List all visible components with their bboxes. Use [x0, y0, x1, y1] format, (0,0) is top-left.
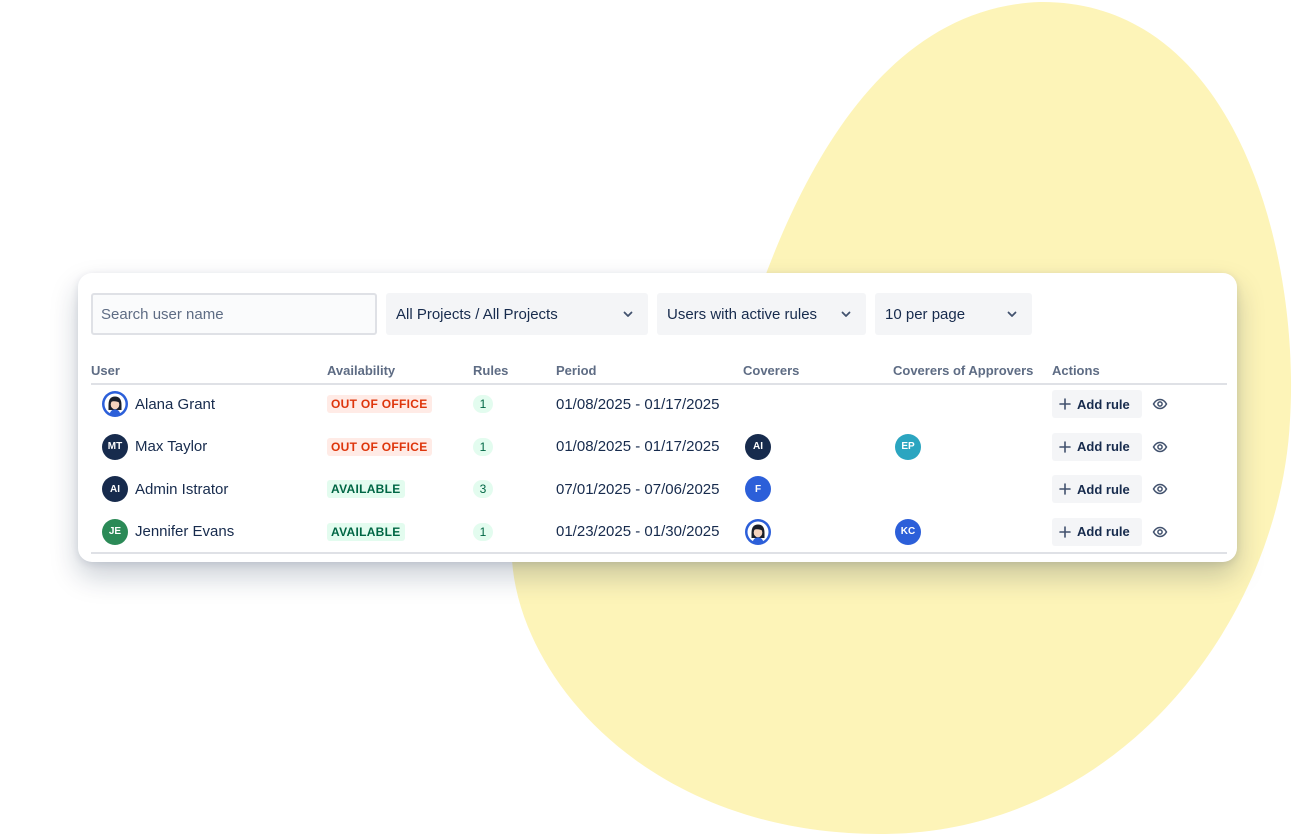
availability-lozenge: OUT OF OFFICE: [327, 395, 432, 414]
period-cell: 01/08/2025 - 01/17/2025: [556, 426, 719, 469]
approver-coverers-cell: KC: [895, 511, 921, 554]
rules-cell: 1: [473, 426, 493, 469]
filter-bar: All Projects / All Projects Users with a…: [91, 293, 1032, 335]
rules-filter-select[interactable]: Users with active rules: [657, 293, 866, 335]
rules-cell: 1: [473, 511, 493, 554]
coverers-cell: F: [745, 468, 771, 511]
availability-lozenge: AVAILABLE: [327, 480, 405, 499]
actions-cell: Add rule: [1052, 468, 1170, 511]
rules-cell: 3: [473, 468, 493, 511]
project-select[interactable]: All Projects / All Projects: [386, 293, 648, 335]
approver-coverer-avatar[interactable]: KC: [895, 518, 921, 545]
column-header-availability[interactable]: Availability: [327, 363, 395, 378]
add-rule-button[interactable]: Add rule: [1052, 475, 1142, 504]
user-cell: JE Jennifer Evans: [102, 511, 234, 554]
user-name[interactable]: Jennifer Evans: [135, 523, 234, 540]
table-row: AI Admin Istrator AVAILABLE 3 07/01/2025 - 0…: [91, 468, 1227, 511]
woman-avatar-photo-icon: [745, 518, 771, 545]
rules-count-badge: 1: [473, 522, 493, 541]
chevron-down-icon: [1006, 308, 1018, 320]
approver-coverer-avatar[interactable]: EP: [895, 433, 921, 460]
column-header-user[interactable]: User: [91, 363, 120, 378]
period-cell: 07/01/2025 - 07/06/2025: [556, 468, 719, 511]
add-rule-button[interactable]: Add rule: [1052, 432, 1142, 461]
search-user-input[interactable]: [91, 293, 377, 335]
table-row: Alana Grant OUT OF OFFICE 1 01/08/2025 - 01…: [91, 383, 1227, 426]
user-avatar[interactable]: MT: [102, 433, 128, 460]
coverer-avatar[interactable]: AI: [745, 433, 771, 460]
coverage-table-card: All Projects / All Projects Users with a…: [78, 273, 1237, 562]
column-header-coverers-of-approvers[interactable]: Coverers of Approvers: [893, 363, 1033, 378]
add-rule-button[interactable]: Add rule: [1052, 517, 1142, 546]
actions-cell: Add rule: [1052, 426, 1170, 469]
period-text: 07/01/2025 - 07/06/2025: [556, 480, 720, 498]
coverers-cell: [745, 511, 771, 554]
user-name[interactable]: Max Taylor: [135, 438, 207, 455]
coverer-avatar[interactable]: [745, 518, 771, 545]
user-cell: Alana Grant: [102, 383, 215, 426]
period-cell: 01/08/2025 - 01/17/2025: [556, 383, 719, 426]
column-header-coverers[interactable]: Coverers: [743, 363, 799, 378]
table-body: Alana Grant OUT OF OFFICE 1 01/08/2025 - 01…: [91, 383, 1227, 553]
coverers-cell: AI: [745, 426, 771, 469]
actions-cell: Add rule: [1052, 511, 1170, 554]
period-cell: 01/23/2025 - 01/30/2025: [556, 511, 719, 554]
user-cell: AI Admin Istrator: [102, 468, 228, 511]
rules-count-badge: 1: [473, 395, 493, 414]
plus-icon: [1058, 440, 1072, 454]
add-rule-label: Add rule: [1077, 481, 1130, 497]
eye-icon[interactable]: [1152, 480, 1170, 498]
approver-coverers-cell: EP: [895, 426, 921, 469]
page-size-value: 10 per page: [885, 305, 966, 323]
rules-count-badge: 1: [473, 437, 493, 456]
eye-icon[interactable]: [1152, 438, 1170, 456]
user-name[interactable]: Alana Grant: [135, 396, 215, 413]
availability-lozenge: OUT OF OFFICE: [327, 437, 432, 456]
plus-icon: [1058, 525, 1072, 539]
coverer-avatar[interactable]: F: [745, 476, 771, 503]
column-header-actions: Actions: [1052, 363, 1100, 378]
add-rule-label: Add rule: [1077, 396, 1130, 412]
rules-cell: 1: [473, 383, 493, 426]
eye-icon[interactable]: [1152, 395, 1170, 413]
table-header: User Availability Rules Period Coverers …: [91, 359, 1227, 385]
woman-avatar-photo-icon: [102, 391, 128, 418]
add-rule-label: Add rule: [1077, 439, 1130, 455]
availability-cell: AVAILABLE: [327, 511, 405, 554]
column-header-period[interactable]: Period: [556, 363, 596, 378]
project-select-value: All Projects / All Projects: [396, 305, 558, 323]
plus-icon: [1058, 397, 1072, 411]
user-cell: MT Max Taylor: [102, 426, 207, 469]
availability-cell: OUT OF OFFICE: [327, 383, 432, 426]
rules-count-badge: 3: [473, 480, 493, 499]
user-avatar[interactable]: AI: [102, 476, 128, 503]
availability-cell: OUT OF OFFICE: [327, 426, 432, 469]
column-header-rules[interactable]: Rules: [473, 363, 508, 378]
user-avatar[interactable]: JE: [102, 518, 128, 545]
actions-cell: Add rule: [1052, 383, 1170, 426]
chevron-down-icon: [840, 308, 852, 320]
add-rule-label: Add rule: [1077, 524, 1130, 540]
table-bottom-divider: [91, 552, 1227, 554]
rules-filter-value: Users with active rules: [667, 305, 818, 323]
user-avatar[interactable]: [102, 391, 128, 418]
page-size-select[interactable]: 10 per page: [875, 293, 1032, 335]
table-row: JE Jennifer Evans AVAILABLE 1 01/23/2025 - 0…: [91, 511, 1227, 554]
table-row: MT Max Taylor OUT OF OFFICE 1 01/08/2025 - 0…: [91, 426, 1227, 469]
period-text: 01/08/2025 - 01/17/2025: [556, 438, 720, 456]
add-rule-button[interactable]: Add rule: [1052, 390, 1142, 419]
availability-cell: AVAILABLE: [327, 468, 405, 511]
plus-icon: [1058, 482, 1072, 496]
chevron-down-icon: [622, 308, 634, 320]
availability-lozenge: AVAILABLE: [327, 522, 405, 541]
period-text: 01/08/2025 - 01/17/2025: [556, 395, 720, 413]
period-text: 01/23/2025 - 01/30/2025: [556, 523, 720, 541]
eye-icon[interactable]: [1152, 523, 1170, 541]
user-name[interactable]: Admin Istrator: [135, 481, 228, 498]
